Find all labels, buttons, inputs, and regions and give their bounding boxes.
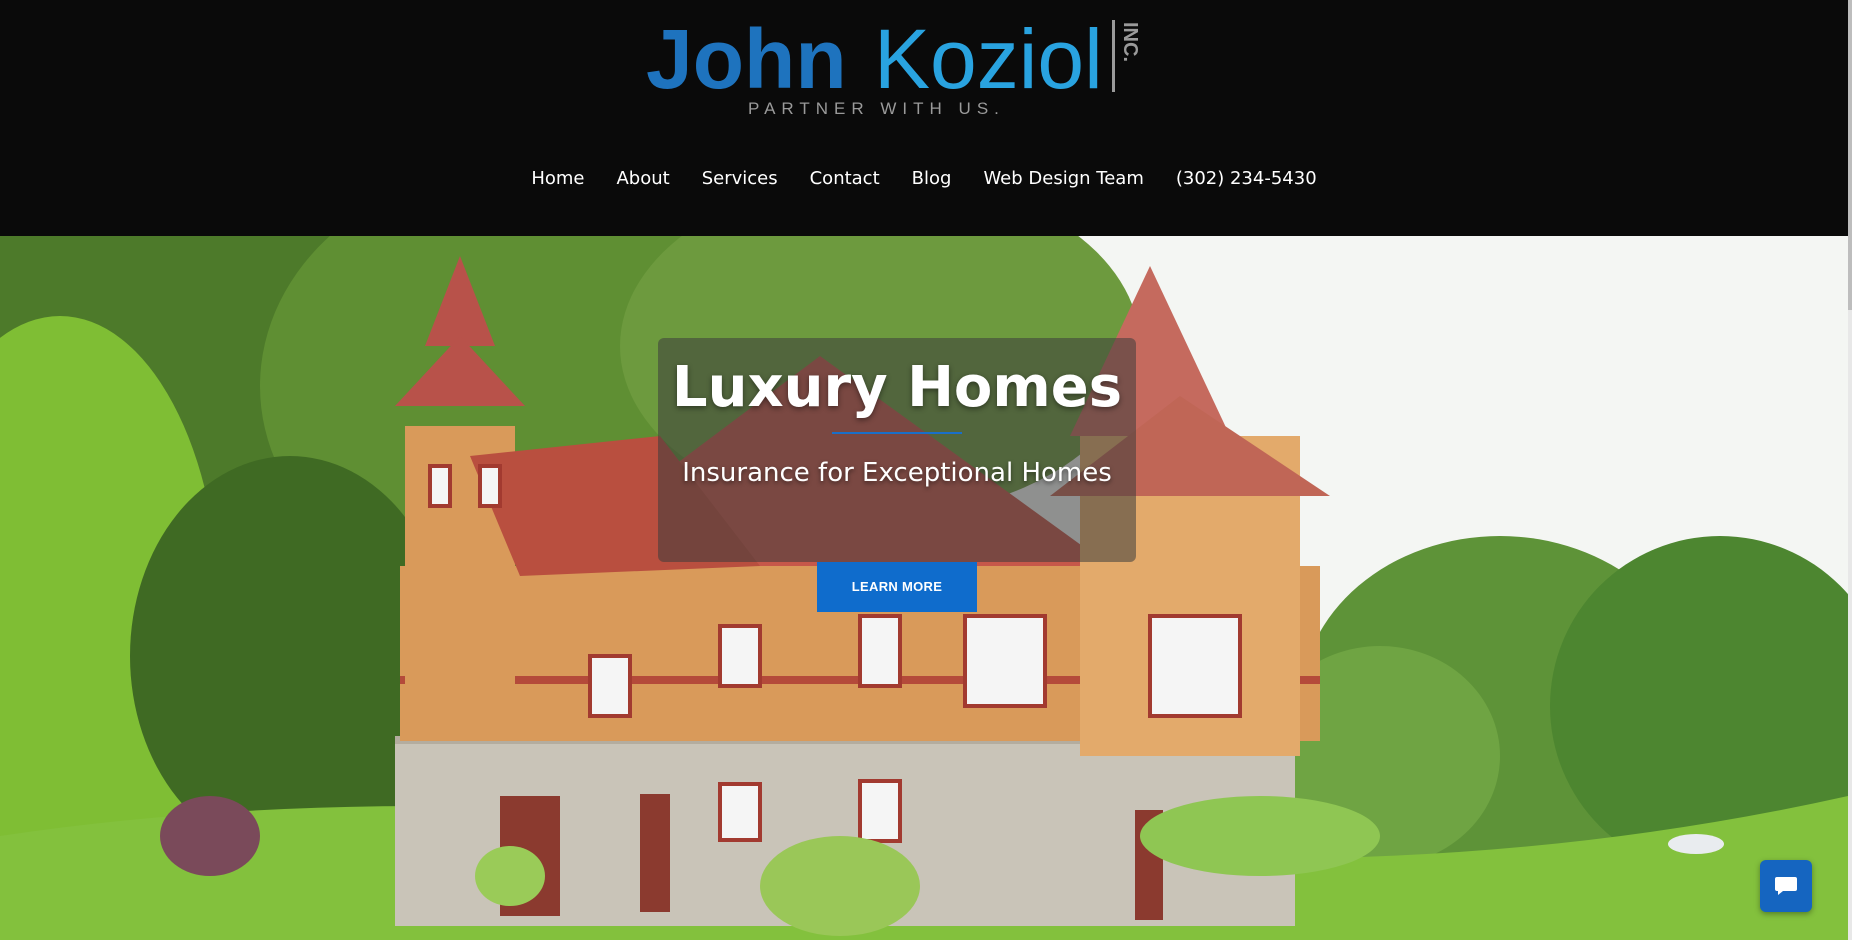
nav-item-about[interactable]: About: [600, 166, 685, 192]
chat-bubble-icon: [1775, 877, 1797, 895]
logo-brand-first: John: [646, 14, 847, 106]
nav-item-phone[interactable]: (302) 234-5430: [1160, 166, 1333, 192]
logo-graphic: John Koziol INC. PARTNER WITH US.: [646, 14, 1141, 118]
logo-tagline: PARTNER WITH US.: [748, 99, 1005, 118]
logo-suffix: INC.: [1119, 22, 1141, 62]
chat-widget-button[interactable]: [1760, 860, 1812, 912]
main-nav: Home About Services Contact Blog Web Des…: [0, 166, 1848, 192]
hero-banner: Luxury Homes Insurance for Exceptional H…: [0, 236, 1848, 940]
logo-separator: [1112, 20, 1115, 92]
site-logo[interactable]: John Koziol INC. PARTNER WITH US.: [646, 14, 1142, 118]
nav-item-contact[interactable]: Contact: [794, 166, 896, 192]
nav-item-blog[interactable]: Blog: [896, 166, 968, 192]
scrollbar-thumb[interactable]: [1848, 0, 1852, 310]
nav-item-web-design-team[interactable]: Web Design Team: [967, 166, 1159, 192]
nav-item-home[interactable]: Home: [515, 166, 600, 192]
logo-brand-second: Koziol: [874, 14, 1103, 106]
page-scrollbar[interactable]: [1848, 0, 1852, 940]
nav-item-services[interactable]: Services: [686, 166, 794, 192]
hero-subtitle: Insurance for Exceptional Homes: [682, 458, 1112, 488]
hero-title: Luxury Homes: [671, 355, 1123, 420]
hero-divider: [832, 432, 962, 434]
site-header: John Koziol INC. PARTNER WITH US. Home A…: [0, 0, 1848, 236]
learn-more-button[interactable]: LEARN MORE: [817, 562, 977, 612]
